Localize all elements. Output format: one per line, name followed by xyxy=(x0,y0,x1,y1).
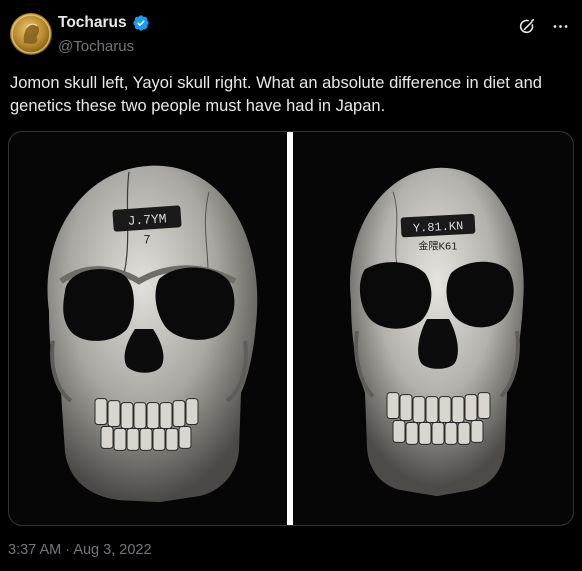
tweet-time[interactable]: 3:37 AM xyxy=(8,542,61,558)
jomon-skull-image: J.7YM 7 xyxy=(9,132,287,525)
author-display-name[interactable]: Tocharus xyxy=(58,14,127,32)
grok-button[interactable] xyxy=(516,16,536,36)
tweet-media[interactable]: J.7YM 7 Y.81.KN 金隈K61 xyxy=(8,131,574,526)
avatar[interactable] xyxy=(10,13,52,55)
author-handle[interactable]: @Tocharus xyxy=(58,38,134,55)
top-actions xyxy=(516,16,570,36)
grok-icon xyxy=(519,18,534,33)
timestamp-separator: · xyxy=(65,542,71,558)
tweet-date[interactable]: Aug 3, 2022 xyxy=(73,542,151,558)
more-horizontal-icon xyxy=(553,24,567,28)
yayoi-skull-image: Y.81.KN 金隈K61 xyxy=(293,132,573,525)
author-name-row: Tocharus xyxy=(58,14,150,32)
gold-coin-avatar-icon xyxy=(11,14,51,54)
tweet-card: Tocharus @Tocharus Jomon skull left, Yay… xyxy=(0,0,582,571)
photo-yayoi-skull[interactable]: Y.81.KN 金隈K61 xyxy=(293,132,573,525)
more-options-button[interactable] xyxy=(550,16,570,36)
yayoi-specimen-label: Y.81.KN xyxy=(413,219,464,236)
jomon-specimen-label: J.7YM xyxy=(127,211,167,229)
tweet-timestamp: 3:37 AM · Aug 3, 2022 xyxy=(8,542,152,558)
tweet-text: Jomon skull left, Yayoi skull right. Wha… xyxy=(10,74,542,115)
jomon-specimen-sublabel: 7 xyxy=(144,232,151,246)
verified-badge-icon xyxy=(132,15,149,31)
yayoi-specimen-sublabel: 金隈K61 xyxy=(418,239,457,252)
photo-jomon-skull[interactable]: J.7YM 7 xyxy=(9,132,287,525)
